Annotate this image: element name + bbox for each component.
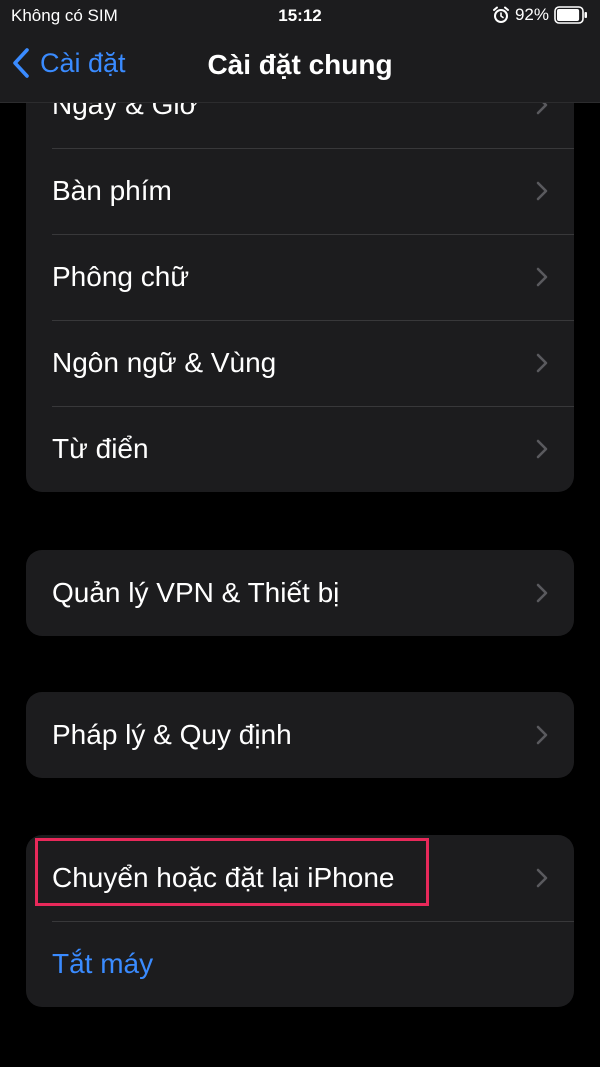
- row-legal-regulatory[interactable]: Pháp lý & Quy định: [26, 692, 574, 778]
- status-bar: Không có SIM 15:12 92%: [0, 0, 600, 34]
- row-label: Quản lý VPN & Thiết bị: [52, 577, 340, 608]
- navigation-bar: Cài đặt Cài đặt chung: [0, 34, 600, 103]
- row-label: Pháp lý & Quy định: [52, 719, 292, 750]
- chevron-right-icon: [536, 267, 548, 287]
- row-label: Từ điển: [52, 433, 149, 464]
- battery-icon: [554, 6, 587, 24]
- row-shut-down[interactable]: Tắt máy: [26, 921, 574, 1007]
- row-label: Bàn phím: [52, 175, 172, 206]
- row-transfer-reset-iphone[interactable]: Chuyển hoặc đặt lại iPhone: [26, 835, 574, 921]
- chevron-right-icon: [536, 181, 548, 201]
- chevron-right-icon: [536, 725, 548, 745]
- chevron-right-icon: [536, 868, 548, 888]
- group-general-1: Ngày & Giờ Bàn phím Phông chữ Ngôn ngữ &…: [26, 62, 574, 492]
- row-keyboard[interactable]: Bàn phím: [26, 148, 574, 234]
- alarm-clock-icon: [492, 6, 509, 23]
- group-legal: Pháp lý & Quy định: [26, 692, 574, 778]
- battery-percent: 92%: [514, 5, 549, 24]
- row-label: Phông chữ: [52, 261, 190, 292]
- chevron-right-icon: [536, 353, 548, 373]
- row-language-region[interactable]: Ngôn ngữ & Vùng: [26, 320, 574, 406]
- chevron-right-icon: [536, 583, 548, 603]
- row-fonts[interactable]: Phông chữ: [26, 234, 574, 320]
- row-dictionary[interactable]: Từ điển: [26, 406, 574, 492]
- settings-list[interactable]: Ngày & Giờ Bàn phím Phông chữ Ngôn ngữ &…: [0, 0, 600, 1067]
- row-label: Chuyển hoặc đặt lại iPhone: [52, 862, 395, 893]
- status-right: 92%: [492, 5, 588, 25]
- shut-down-button: Tắt máy: [52, 948, 154, 979]
- group-reset: Chuyển hoặc đặt lại iPhone Tắt máy: [26, 835, 574, 1007]
- row-label: Ngôn ngữ & Vùng: [52, 347, 277, 378]
- group-vpn: Quản lý VPN & Thiết bị: [26, 550, 574, 636]
- chevron-right-icon: [536, 439, 548, 459]
- page-title: Cài đặt chung: [207, 49, 393, 80]
- row-vpn-device-management[interactable]: Quản lý VPN & Thiết bị: [26, 550, 574, 636]
